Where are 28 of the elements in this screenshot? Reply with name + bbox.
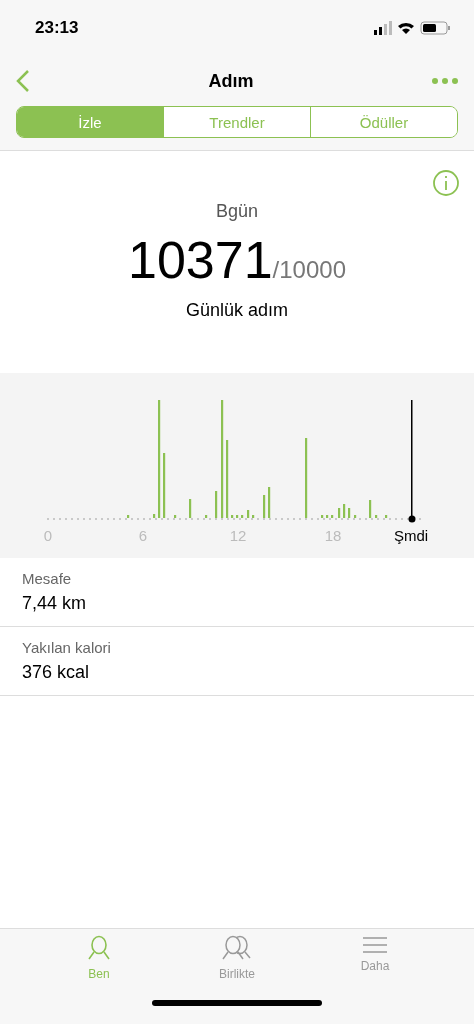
segment-tab[interactable]: Trendler: [163, 107, 310, 137]
now-label: Şmdi: [393, 527, 429, 544]
segment-tab[interactable]: İzle: [17, 107, 163, 137]
segment-tab[interactable]: Ödüller: [310, 107, 457, 137]
page-title: Adım: [208, 70, 254, 92]
wifi-icon: [398, 22, 414, 34]
period-label: Bgün: [215, 201, 258, 222]
axis-label: 12: [229, 527, 247, 544]
battery-icon: [420, 21, 450, 35]
tab-bar-item[interactable]: Birlikte: [192, 934, 282, 982]
back-icon[interactable]: [16, 69, 30, 93]
metric-label: Yakılan kalori: [22, 639, 112, 656]
metric-value: 376 kcal: [22, 662, 91, 683]
tab-bar-item[interactable]: Ben: [54, 934, 144, 982]
metric-value: 7,44 km: [22, 593, 88, 614]
metric-label: Mesafe: [22, 570, 73, 587]
signal-icon: [374, 21, 392, 35]
step-caption: Günlük adım: [185, 300, 289, 321]
status-time: 23:13: [35, 18, 79, 38]
step-count: 10371: [128, 230, 273, 290]
axis-label: 6: [138, 527, 148, 544]
axis-label: 0: [43, 527, 53, 544]
step-goal: /10000: [272, 256, 346, 284]
axis-label: 18: [324, 527, 342, 544]
more-icon[interactable]: [432, 78, 458, 84]
menu-icon: [362, 935, 388, 955]
info-icon[interactable]: [432, 169, 460, 197]
tab-bar-item[interactable]: Daha: [330, 934, 420, 982]
